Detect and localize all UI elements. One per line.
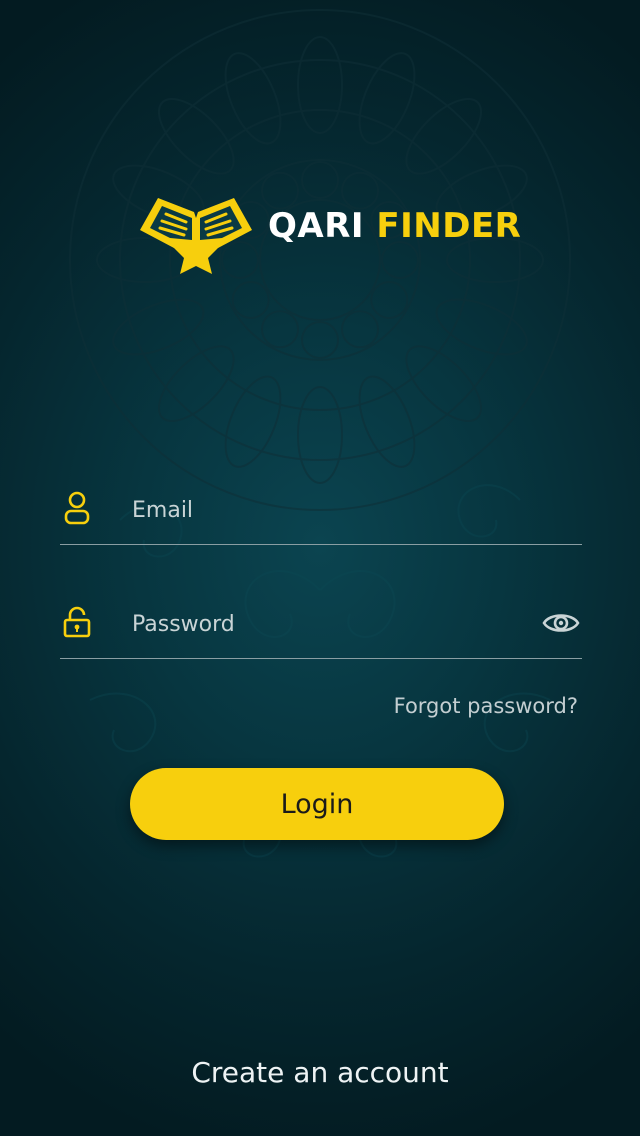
lock-icon: [63, 606, 91, 638]
app-title-word2: FINDER: [376, 206, 522, 246]
password-field: [60, 594, 582, 659]
open-quran-book-icon: [140, 198, 252, 274]
login-button[interactable]: Login: [130, 768, 504, 840]
user-icon: [64, 491, 90, 525]
email-field: [60, 480, 582, 545]
password-input[interactable]: [132, 606, 532, 642]
app-title-word1: QARI: [268, 206, 365, 246]
create-account-link[interactable]: Create an account: [0, 1056, 640, 1089]
email-input[interactable]: [132, 492, 532, 528]
forgot-password-link[interactable]: Forgot password?: [394, 694, 578, 718]
login-screen: QARI FINDER F: [0, 0, 640, 1136]
eye-icon[interactable]: [542, 608, 580, 638]
app-title: QARI FINDER: [268, 206, 521, 246]
